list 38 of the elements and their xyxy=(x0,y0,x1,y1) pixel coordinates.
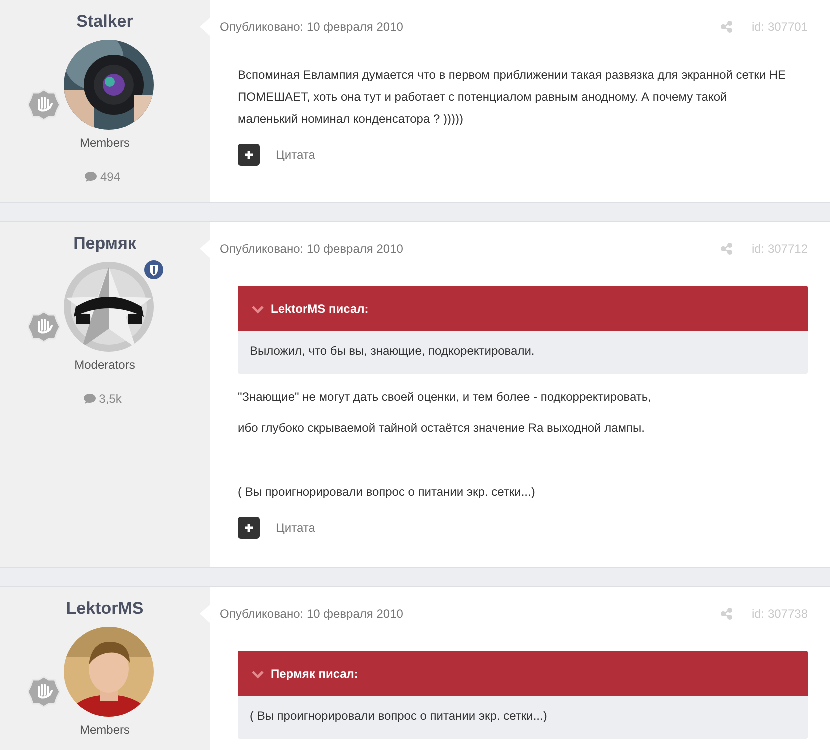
quote-button[interactable]: Цитата xyxy=(276,517,316,539)
post-date: Опубликовано: 10 февраля 2010 xyxy=(220,20,404,34)
user-group: Members xyxy=(80,723,130,737)
comment-icon xyxy=(85,171,98,183)
author-name[interactable]: Stalker xyxy=(76,12,134,32)
user-group: Moderators xyxy=(74,358,136,372)
share-icon[interactable] xyxy=(720,21,733,33)
quote-button[interactable]: Цитата xyxy=(276,144,316,166)
quote-author: Пермяк писал: xyxy=(271,666,358,683)
author-name[interactable]: Пермяк xyxy=(74,234,136,254)
post-date: Опубликовано: 10 февраля 2010 xyxy=(220,607,404,621)
post-date: Опубликовано: 10 февраля 2010 xyxy=(220,242,404,256)
quote-author: LektorMS писал: xyxy=(271,301,369,318)
plus-icon xyxy=(244,150,254,160)
rank-badge-icon xyxy=(28,676,60,708)
rank-badge-icon xyxy=(28,89,60,121)
post-count: 494 xyxy=(100,170,121,184)
post-text: ( Вы проигнорировали вопрос о питании экр. сетки...) xyxy=(238,484,536,501)
author-name[interactable]: LektorMS xyxy=(66,599,144,619)
quote-header[interactable]: LektorMS писал: xyxy=(238,286,808,331)
add-quote-button[interactable] xyxy=(238,144,260,166)
share-icon[interactable] xyxy=(720,243,733,255)
post-count: 3,5k xyxy=(99,392,122,406)
chevron-down-icon xyxy=(252,304,264,314)
comment-icon xyxy=(84,393,96,405)
add-quote-button[interactable] xyxy=(238,517,260,539)
chevron-down-icon xyxy=(252,670,264,678)
shield-badge-icon xyxy=(144,260,164,280)
quote-header[interactable]: Пермяк писал: xyxy=(238,651,808,696)
quote-text: Выложил, что бы вы, знающие, подкоректировали. xyxy=(249,343,536,360)
share-icon[interactable] xyxy=(720,608,733,620)
post-text: ибо глубоко скрываемой тайной остаётся значение Ra выходной лампы. xyxy=(238,420,646,437)
post-text: Вспоминая Евлампия думается что в первом приближении такая развязка для экранной сетки НЕ ПОМЕШАЕТ, хоть она тут и работает с потенциалом равным анодному. А почему такой маленький номинал конденсатора ? ))))) xyxy=(238,67,788,128)
user-group: Members xyxy=(80,136,130,150)
quote-text: ( Вы проигнорировали вопрос о питании экр. сетки...) xyxy=(249,708,548,725)
post-text: "Знающие" не могут дать своей оценки, и тем более - подкорректировать, xyxy=(238,389,652,406)
plus-icon xyxy=(244,523,254,533)
rank-badge-icon xyxy=(28,311,60,343)
